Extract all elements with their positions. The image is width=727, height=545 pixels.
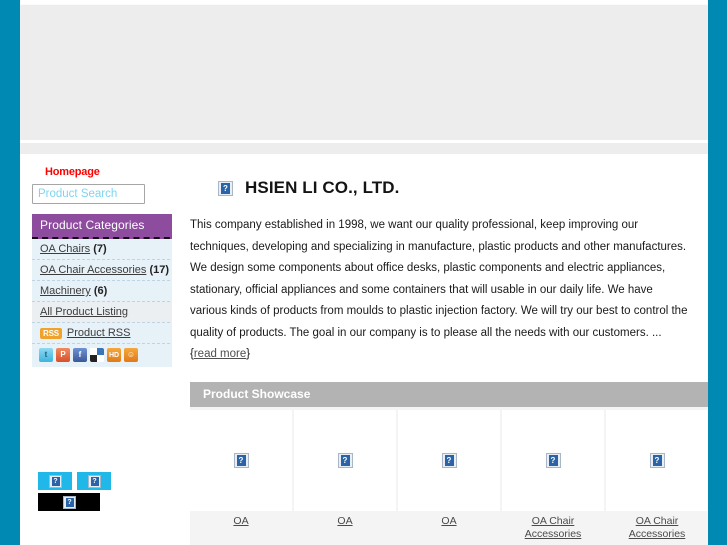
company-intro-paragraph: This company established in 1998, we wan… (190, 215, 690, 366)
sidebar: Homepage Product Categories OA Chairs (7… (20, 156, 180, 544)
banner-wrapper (20, 0, 708, 154)
bottom-images-row-1 (38, 472, 168, 490)
product-showcase-header: Product Showcase (190, 381, 708, 407)
social-icons-row: t P f HD ☺ (32, 344, 180, 367)
sidebar-link-all-product-listing[interactable]: All Product Listing (40, 306, 128, 318)
homepage-link[interactable]: Homepage (20, 156, 172, 184)
plurk-icon[interactable]: P (56, 348, 70, 362)
main-content: HSIEN LI CO., LTD. This company establis… (172, 156, 708, 545)
product-card[interactable]: OA (294, 409, 396, 545)
sidebar-link-machinery[interactable]: Machinery (40, 285, 91, 297)
sidebar-link-product-rss[interactable]: Product RSS (67, 326, 131, 340)
product-card[interactable]: OA (190, 409, 292, 545)
broken-image-icon (233, 452, 249, 468)
broken-image-icon (48, 474, 62, 488)
sidebar-link-oa-chairs[interactable]: OA Chairs (40, 243, 90, 255)
search-wrapper (20, 184, 172, 204)
sidebar-item-machinery[interactable]: Machinery (6) (32, 281, 180, 302)
broken-image-icon (337, 452, 353, 468)
smiley-icon[interactable]: ☺ (124, 348, 138, 362)
product-label[interactable]: OA (231, 511, 250, 533)
rss-icon: RSS (40, 327, 62, 339)
read-more-link[interactable]: read more (194, 348, 246, 360)
sidebar-item-all-product-listing[interactable]: All Product Listing (32, 302, 180, 323)
product-thumbnail[interactable] (398, 409, 500, 511)
broken-image-cyan-1[interactable] (38, 472, 72, 490)
sidebar-item-product-rss[interactable]: RSS Product RSS (32, 323, 180, 344)
company-intro-text-close: } (246, 348, 251, 360)
product-label[interactable]: OA Chair Accessories (606, 511, 708, 545)
product-card[interactable]: OA (398, 409, 500, 545)
company-title-text: HSIEN LI CO., LTD. (245, 178, 400, 197)
banner-strip (20, 140, 708, 154)
product-categories-header: Product Categories (32, 214, 180, 239)
product-thumbnail[interactable] (190, 409, 292, 511)
delicious-icon[interactable] (90, 348, 104, 362)
broken-image-black[interactable] (38, 493, 100, 511)
broken-image-icon (545, 452, 561, 468)
company-intro-text: This company established in 1998, we wan… (190, 219, 688, 360)
product-categories-box: Product Categories OA Chairs (7) OA Chai… (32, 214, 180, 367)
bottom-images-row-2 (38, 493, 168, 511)
hd-icon[interactable]: HD (107, 348, 121, 362)
facebook-icon[interactable]: f (73, 348, 87, 362)
product-label[interactable]: OA (335, 511, 354, 533)
broken-image-icon (649, 452, 665, 468)
body-area: Homepage Product Categories OA Chairs (7… (20, 156, 708, 545)
company-logo-broken-image-icon (218, 180, 233, 196)
product-showcase: Product Showcase OA OA (190, 381, 708, 545)
sidebar-count-oa-chair-accessories: (17) (149, 264, 169, 276)
site-banner (20, 4, 708, 140)
sidebar-count-machinery: (6) (93, 285, 108, 297)
page-container: Homepage Product Categories OA Chairs (7… (20, 0, 708, 545)
product-showcase-grid: OA OA OA (190, 406, 708, 545)
product-thumbnail[interactable] (606, 409, 708, 511)
broken-image-cyan-2[interactable] (77, 472, 111, 490)
page-title: HSIEN LI CO., LTD. (172, 156, 708, 198)
product-thumbnail[interactable] (502, 409, 604, 511)
product-card[interactable]: OA Chair Accessories (606, 409, 708, 545)
product-label[interactable]: OA Chair Accessories (502, 511, 604, 545)
sidebar-item-oa-chair-accessories[interactable]: OA Chair Accessories (17) (32, 260, 180, 281)
product-thumbnail[interactable] (294, 409, 396, 511)
search-input[interactable] (32, 184, 145, 204)
broken-image-icon (62, 495, 76, 509)
broken-image-icon (87, 474, 101, 488)
broken-image-icon (441, 452, 457, 468)
twitter-icon[interactable]: t (39, 348, 53, 362)
product-card[interactable]: OA Chair Accessories (502, 409, 604, 545)
product-label[interactable]: OA (439, 511, 458, 533)
sidebar-bottom-images (38, 472, 168, 514)
sidebar-link-oa-chair-accessories[interactable]: OA Chair Accessories (40, 264, 146, 276)
sidebar-item-oa-chairs[interactable]: OA Chairs (7) (32, 239, 180, 260)
sidebar-count-oa-chairs: (7) (93, 243, 107, 255)
